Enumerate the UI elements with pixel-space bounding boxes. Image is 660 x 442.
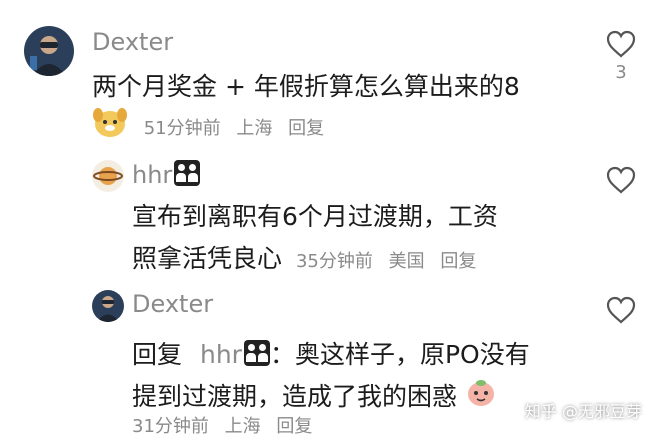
comment-text-line-1: 回复 hhr ：奥这样子，原PO没有 xyxy=(132,334,530,376)
avatar-hhr-image xyxy=(92,160,124,192)
heart-icon xyxy=(606,30,636,58)
like-button[interactable] xyxy=(604,296,638,324)
comment-text-line: 宣布到离职有6个月过渡期，工资 xyxy=(132,202,498,231)
comment-text-line: 提到过渡期，造成了我的困惑 xyxy=(132,382,458,411)
reply-button[interactable]: 回复 xyxy=(288,118,324,139)
comment-text: 宣布到离职有6个月过渡期，工资 照拿活凭良心 35分钟前 美国 回复 xyxy=(132,196,498,283)
avatar[interactable] xyxy=(24,26,74,76)
heart-icon xyxy=(606,166,636,194)
reply-button[interactable]: 回复 xyxy=(440,251,476,272)
comment-time: 51分钟前 xyxy=(143,118,221,139)
comment-username[interactable]: Dexter xyxy=(132,290,213,318)
avatar-dexter-image xyxy=(24,26,74,76)
comment-location: 美国 xyxy=(388,251,425,272)
avatar[interactable] xyxy=(92,290,124,322)
comment-location: 上海 xyxy=(224,416,261,437)
comment-text: 两个月奖金 + 年假折算怎么算出来的8 xyxy=(92,66,520,108)
comment-time: 35分钟前 xyxy=(295,251,373,272)
couple-badge-icon xyxy=(174,160,201,186)
like-count: 3 xyxy=(615,62,627,83)
couple-badge-icon xyxy=(243,340,270,366)
comment-text-line: ：奥这样子，原PO没有 xyxy=(269,340,530,369)
reply-prefix: 回复 xyxy=(132,340,183,369)
username-text: hhr xyxy=(132,161,173,189)
comment-meta: 51分钟前 上海 回复 xyxy=(92,105,334,153)
mention-link[interactable]: hhr xyxy=(200,340,270,369)
watermark: 知乎 @无邪豆芽 xyxy=(524,402,642,421)
dog-sticker-icon xyxy=(92,105,128,153)
like-button[interactable] xyxy=(604,166,638,194)
like-button[interactable]: 3 xyxy=(604,30,638,83)
avatar[interactable] xyxy=(92,160,124,192)
comment-text: 回复 hhr ：奥这样子，原PO没有 提到过渡期，造成了我的困惑 xyxy=(132,334,530,420)
comment-time: 31分钟前 xyxy=(132,416,209,437)
avatar-dexter-image xyxy=(92,290,124,322)
comment-meta: 31分钟前 上海 回复 xyxy=(132,412,322,442)
peach-sticker-icon xyxy=(465,377,497,420)
comment-username[interactable]: Dexter xyxy=(92,28,173,56)
heart-icon xyxy=(606,296,636,324)
comment-location: 上海 xyxy=(236,118,273,139)
mention-username: hhr xyxy=(199,340,242,369)
reply-button[interactable]: 回复 xyxy=(276,416,312,437)
comment-username[interactable]: hhr xyxy=(132,160,201,189)
comment-text-line: 两个月奖金 + 年假折算怎么算出来的8 xyxy=(92,72,520,101)
comment-text-line-2: 照拿活凭良心 35分钟前 美国 回复 xyxy=(132,238,498,283)
comment-text-line: 照拿活凭良心 xyxy=(132,244,283,273)
